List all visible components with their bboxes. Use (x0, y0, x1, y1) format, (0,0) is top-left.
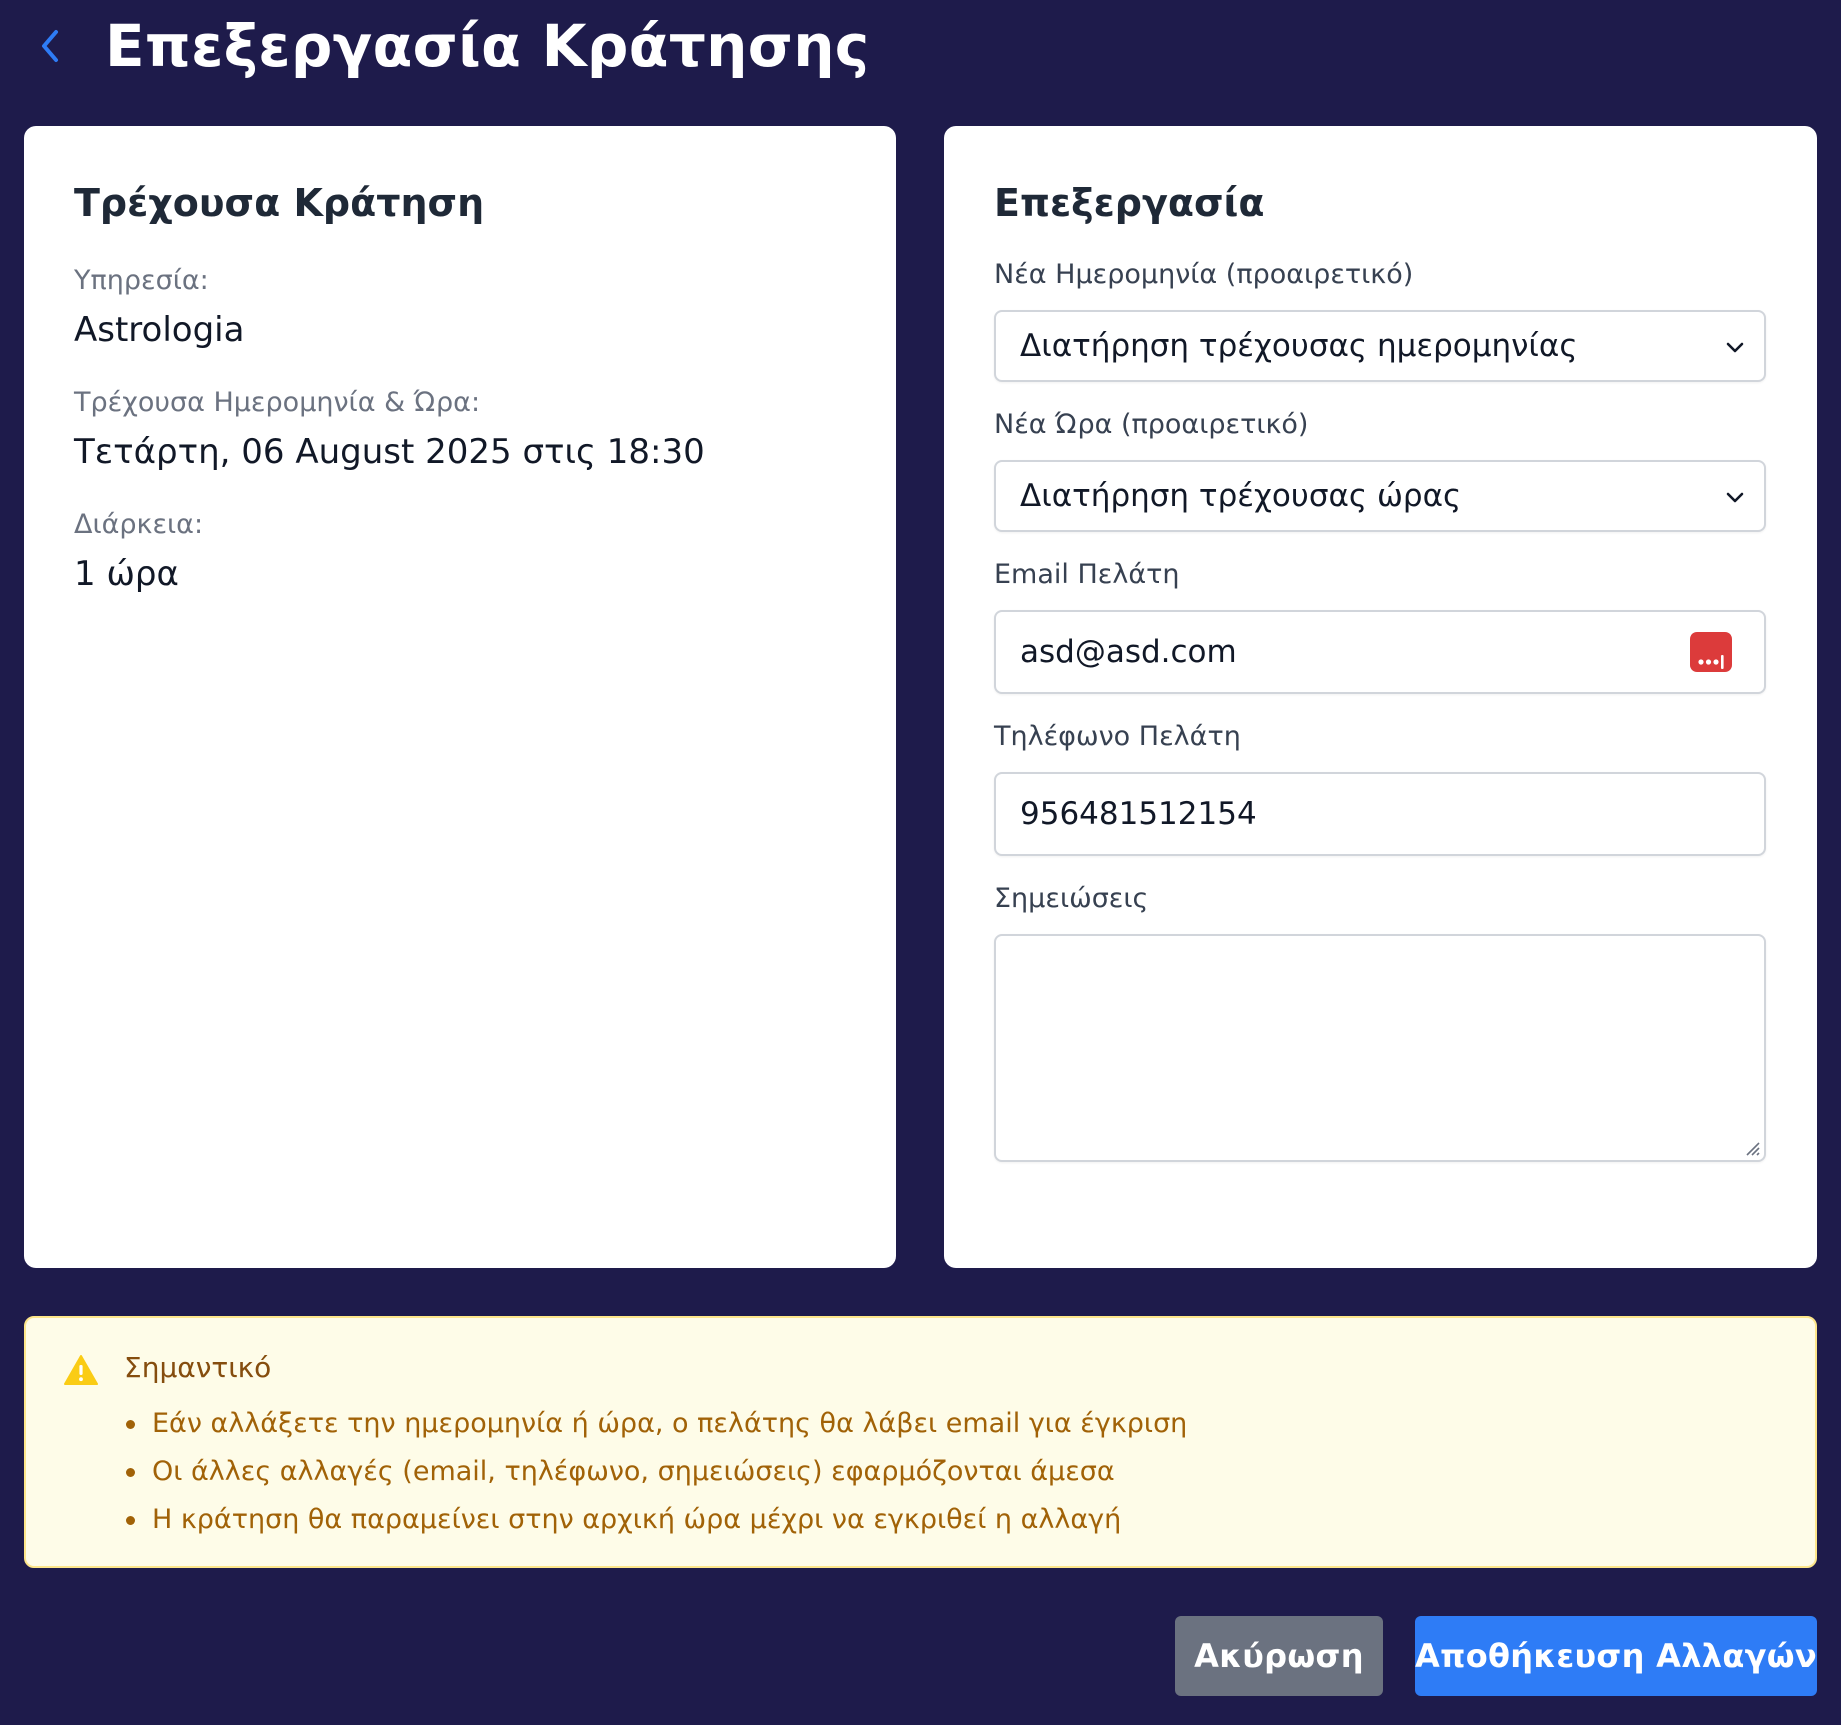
warning-icon (64, 1355, 98, 1385)
edit-card: Επεξεργασία Νέα Ημερομηνία (προαιρετικό)… (944, 126, 1817, 1268)
datetime-value: Τετάρτη, 06 August 2025 στις 18:30 (74, 432, 705, 472)
chevron-left-icon (42, 30, 58, 62)
notice-item: Οι άλλες αλλαγές (email, τηλέφωνο, σημει… (124, 1448, 1187, 1496)
datetime-label: Τρέχουσα Ημερομηνία & Ώρα: (74, 387, 481, 418)
date-select[interactable]: Διατήρηση τρέχουσας ημερομηνίας (994, 310, 1766, 382)
notes-label: Σημειώσεις (994, 883, 1149, 914)
service-info: Υπηρεσία: Astrologia (74, 264, 846, 352)
current-booking-card: Τρέχουσα Κράτηση Υπηρεσία: Astrologia Τρ… (24, 126, 896, 1268)
bullet-icon (126, 1420, 135, 1429)
time-select[interactable]: Διατήρηση τρέχουσας ώρας (994, 460, 1766, 532)
duration-info: Διάρκεια: 1 ώρα (74, 508, 846, 596)
notice-item-text: Εάν αλλάξετε την ημερομηνία ή ώρα, ο πελ… (152, 1408, 1188, 1439)
time-label: Νέα Ώρα (προαιρετικό) (994, 409, 1309, 440)
time-field: Νέα Ώρα (προαιρετικό) Διατήρηση τρέχουσα… (994, 408, 1767, 532)
cancel-button[interactable]: Ακύρωση (1175, 1616, 1383, 1696)
bullet-icon (126, 1516, 135, 1525)
phone-value: 956481512154 (1020, 796, 1257, 832)
date-selected-value: Διατήρηση τρέχουσας ημερομηνίας (1020, 328, 1578, 364)
date-label: Νέα Ημερομηνία (προαιρετικό) (994, 259, 1414, 290)
bullet-icon (126, 1468, 135, 1477)
email-input[interactable]: asd@asd.com (994, 610, 1766, 694)
back-button[interactable] (32, 22, 68, 70)
email-value: asd@asd.com (1020, 634, 1237, 670)
notice-item-text: Οι άλλες αλλαγές (email, τηλέφωνο, σημει… (152, 1456, 1115, 1487)
service-label: Υπηρεσία: (74, 265, 209, 296)
notice-item: Εάν αλλάξετε την ημερομηνία ή ώρα, ο πελ… (124, 1400, 1187, 1448)
duration-value: 1 ώρα (74, 554, 179, 594)
phone-input[interactable]: 956481512154 (994, 772, 1766, 856)
important-notice: Σημαντικό Εάν αλλάξετε την ημερομηνία ή … (24, 1316, 1817, 1568)
notice-item-text: Η κράτηση θα παραμείνει στην αρχική ώρα … (152, 1504, 1122, 1535)
notes-textarea[interactable] (994, 934, 1766, 1162)
password-manager-icon[interactable] (1690, 632, 1732, 672)
phone-field: Τηλέφωνο Πελάτη 956481512154 (994, 720, 1767, 856)
notice-title: Σημαντικό (124, 1351, 272, 1384)
service-value: Astrologia (74, 310, 245, 350)
date-field: Νέα Ημερομηνία (προαιρετικό) Διατήρηση τ… (994, 258, 1767, 382)
page-header: Επεξεργασία Κράτησης (0, 0, 1841, 100)
chevron-down-icon (1726, 492, 1744, 503)
current-booking-title: Τρέχουσα Κράτηση (74, 181, 485, 225)
notice-item: Η κράτηση θα παραμείνει στην αρχική ώρα … (124, 1496, 1187, 1544)
resize-handle-icon[interactable] (1741, 1137, 1761, 1157)
duration-label: Διάρκεια: (74, 509, 204, 540)
page-title: Επεξεργασία Κράτησης (105, 12, 870, 80)
time-selected-value: Διατήρηση τρέχουσας ώρας (1020, 478, 1462, 514)
notes-field: Σημειώσεις (994, 882, 1767, 1162)
edit-title: Επεξεργασία (994, 181, 1265, 225)
email-label: Email Πελάτη (994, 559, 1180, 590)
save-changes-button[interactable]: Αποθήκευση Αλλαγών (1415, 1616, 1817, 1696)
phone-label: Τηλέφωνο Πελάτη (994, 721, 1241, 752)
notice-list: Εάν αλλάξετε την ημερομηνία ή ώρα, ο πελ… (124, 1400, 1187, 1544)
datetime-info: Τρέχουσα Ημερομηνία & Ώρα: Τετάρτη, 06 A… (74, 386, 846, 474)
chevron-down-icon (1726, 342, 1744, 353)
email-field: Email Πελάτη asd@asd.com (994, 558, 1767, 694)
